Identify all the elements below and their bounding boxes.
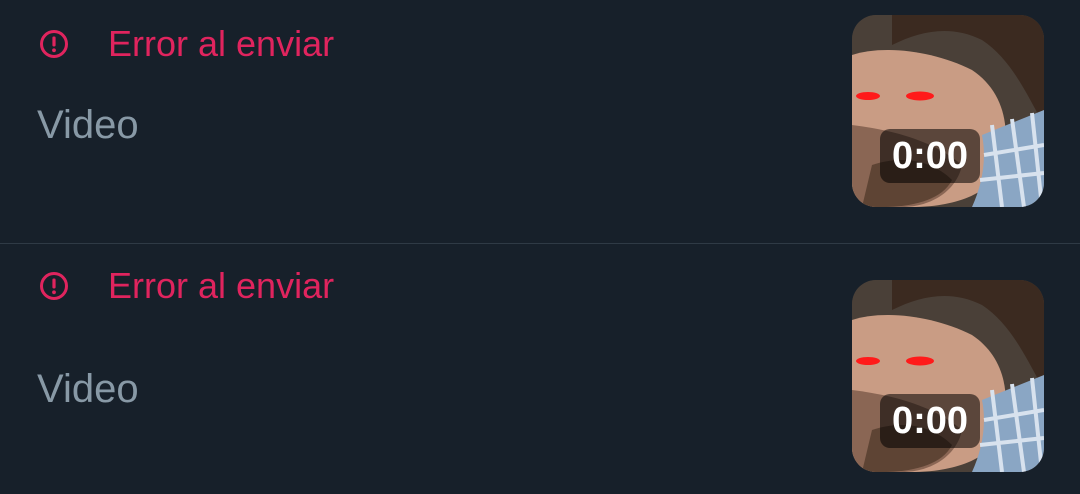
media-type-label: Video — [37, 103, 139, 147]
video-thumbnail[interactable]: 0:00 — [852, 280, 1044, 472]
send-error-status[interactable]: Error al enviar — [38, 266, 334, 306]
status-label: Error al enviar — [108, 23, 335, 64]
video-duration-badge: 0:00 — [880, 129, 981, 183]
status-label: Error al enviar — [108, 265, 335, 306]
list-item[interactable]: Error al enviar Video 0:00 — [0, 244, 1080, 494]
error-circle-icon — [40, 272, 68, 300]
failed-messages-list: Error al enviar Video 0:00 Error al envi… — [0, 0, 1080, 494]
send-error-status[interactable]: Error al enviar — [38, 24, 334, 64]
video-duration-badge: 0:00 — [880, 394, 981, 448]
media-type-label: Video — [37, 367, 139, 411]
list-item[interactable]: Error al enviar Video 0:00 — [0, 0, 1080, 243]
video-thumbnail[interactable]: 0:00 — [852, 15, 1044, 207]
error-circle-icon — [40, 30, 68, 58]
